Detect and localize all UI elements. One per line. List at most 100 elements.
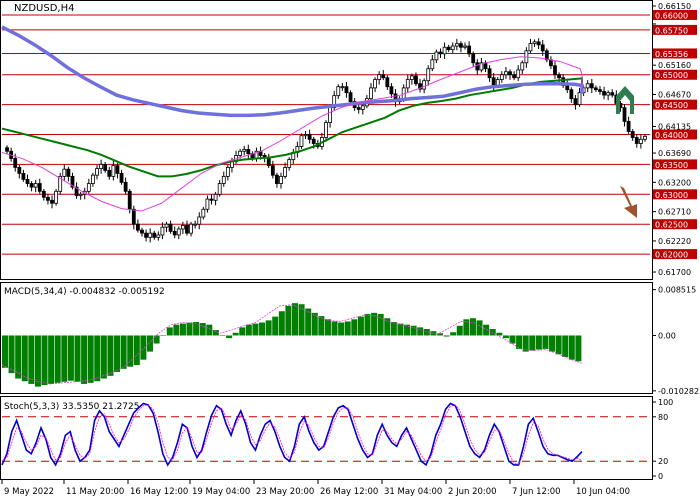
macd-bar [305,308,312,336]
candle-body [152,232,157,238]
candle-body [344,86,349,94]
macd-bar [292,303,298,336]
candle-body [242,149,247,152]
candle-body [168,223,173,232]
macd-bar [364,313,371,336]
macd-bar [147,335,153,352]
candle-body [634,137,639,144]
candle-body [176,228,181,236]
candle-body [25,178,30,184]
macd-bar [41,335,48,385]
macd-bar [443,335,450,337]
candle-body [91,174,95,184]
candle-body [172,230,177,236]
candle-body [180,224,185,230]
macd-panel-title: MACD(5,34,4) -0.004832 -0.005192 [4,287,165,297]
candle-body [553,65,557,76]
candle-body [21,172,26,180]
macd-bar [160,335,167,336]
macd-bar [67,335,74,381]
macd-bar [226,335,233,339]
x-axis-label: 19 May 04:00 [192,487,250,497]
candle-body [123,181,128,192]
macd-bar [278,311,285,336]
candle-body [41,190,46,198]
candle-body [491,77,496,86]
price-panel-title: NZDUSD,H4 [14,3,74,14]
macd-bar [252,323,259,336]
candle-body [107,169,112,177]
macd-bar [502,335,509,339]
macd-bar [575,335,582,362]
candle-body [483,62,488,70]
macd-bar [153,335,160,344]
candle-body [164,223,169,228]
candle-body [160,226,165,236]
macd-bar [206,324,213,336]
x-axis-label: 11 May 20:00 [66,487,124,497]
candle-body [422,80,427,90]
level-label: 0.65356 [655,50,688,59]
candle-body [33,183,38,188]
macd-bar [21,335,28,382]
candle-body [156,234,161,238]
candle-body [340,86,345,89]
macd-bar [2,335,8,368]
candle-body [50,199,54,204]
macd-bar [54,335,61,383]
stoch-axis-label: 20 [658,457,668,466]
macd-bar [245,324,252,336]
macd-bar [199,323,206,336]
candle-body [328,107,332,123]
stoch-axis-label: 0 [658,472,663,481]
candle-body [238,150,243,156]
macd-bar [239,327,246,336]
candle-body [201,208,206,218]
candle-body [610,92,615,96]
macd-bar [81,335,88,384]
candle-body [95,168,99,176]
candle-body [54,190,59,204]
candle-body [287,159,292,168]
macd-bar [450,332,457,336]
candle-body [520,62,525,71]
candle-body [434,51,439,61]
candle-body [246,149,251,155]
candle-body [279,175,283,184]
candle-body [99,164,103,169]
candle-body [426,68,431,82]
candle-body [622,107,627,122]
candle-body [504,71,508,76]
macd-bar [483,324,490,336]
x-axis-label: 7 Jun 12:00 [512,487,561,497]
x-axis-label: 2 Jun 20:00 [448,487,497,497]
macd-bar [61,335,68,382]
macd-axis-label: 0.00 [658,331,676,340]
candle-body [442,46,447,55]
candle-body [508,71,512,76]
candle-body [528,43,533,52]
level-label: 0.62500 [655,221,688,230]
candle-body [135,223,140,231]
candle-body [299,135,304,147]
candle-body [446,46,451,51]
candle-body [360,105,365,110]
price-axis-label: 0.66150 [658,2,691,11]
candle-body [573,98,578,106]
x-axis-label: 31 May 04:00 [384,487,442,497]
macd-bar [377,313,384,336]
macd-bar [133,335,140,366]
macd-bar [417,327,424,336]
candle-body [197,216,202,225]
price-axis-label: 0.62710 [658,208,691,217]
candle-body [430,59,435,70]
macd-bar [476,320,483,336]
macd-bar [542,335,549,349]
candle-body [115,165,120,174]
candle-body [336,86,341,97]
candle-body [283,167,288,177]
macd-bar [529,335,536,351]
macd-bar [351,319,358,336]
macd-bar [114,335,121,373]
candle-body [193,223,198,226]
